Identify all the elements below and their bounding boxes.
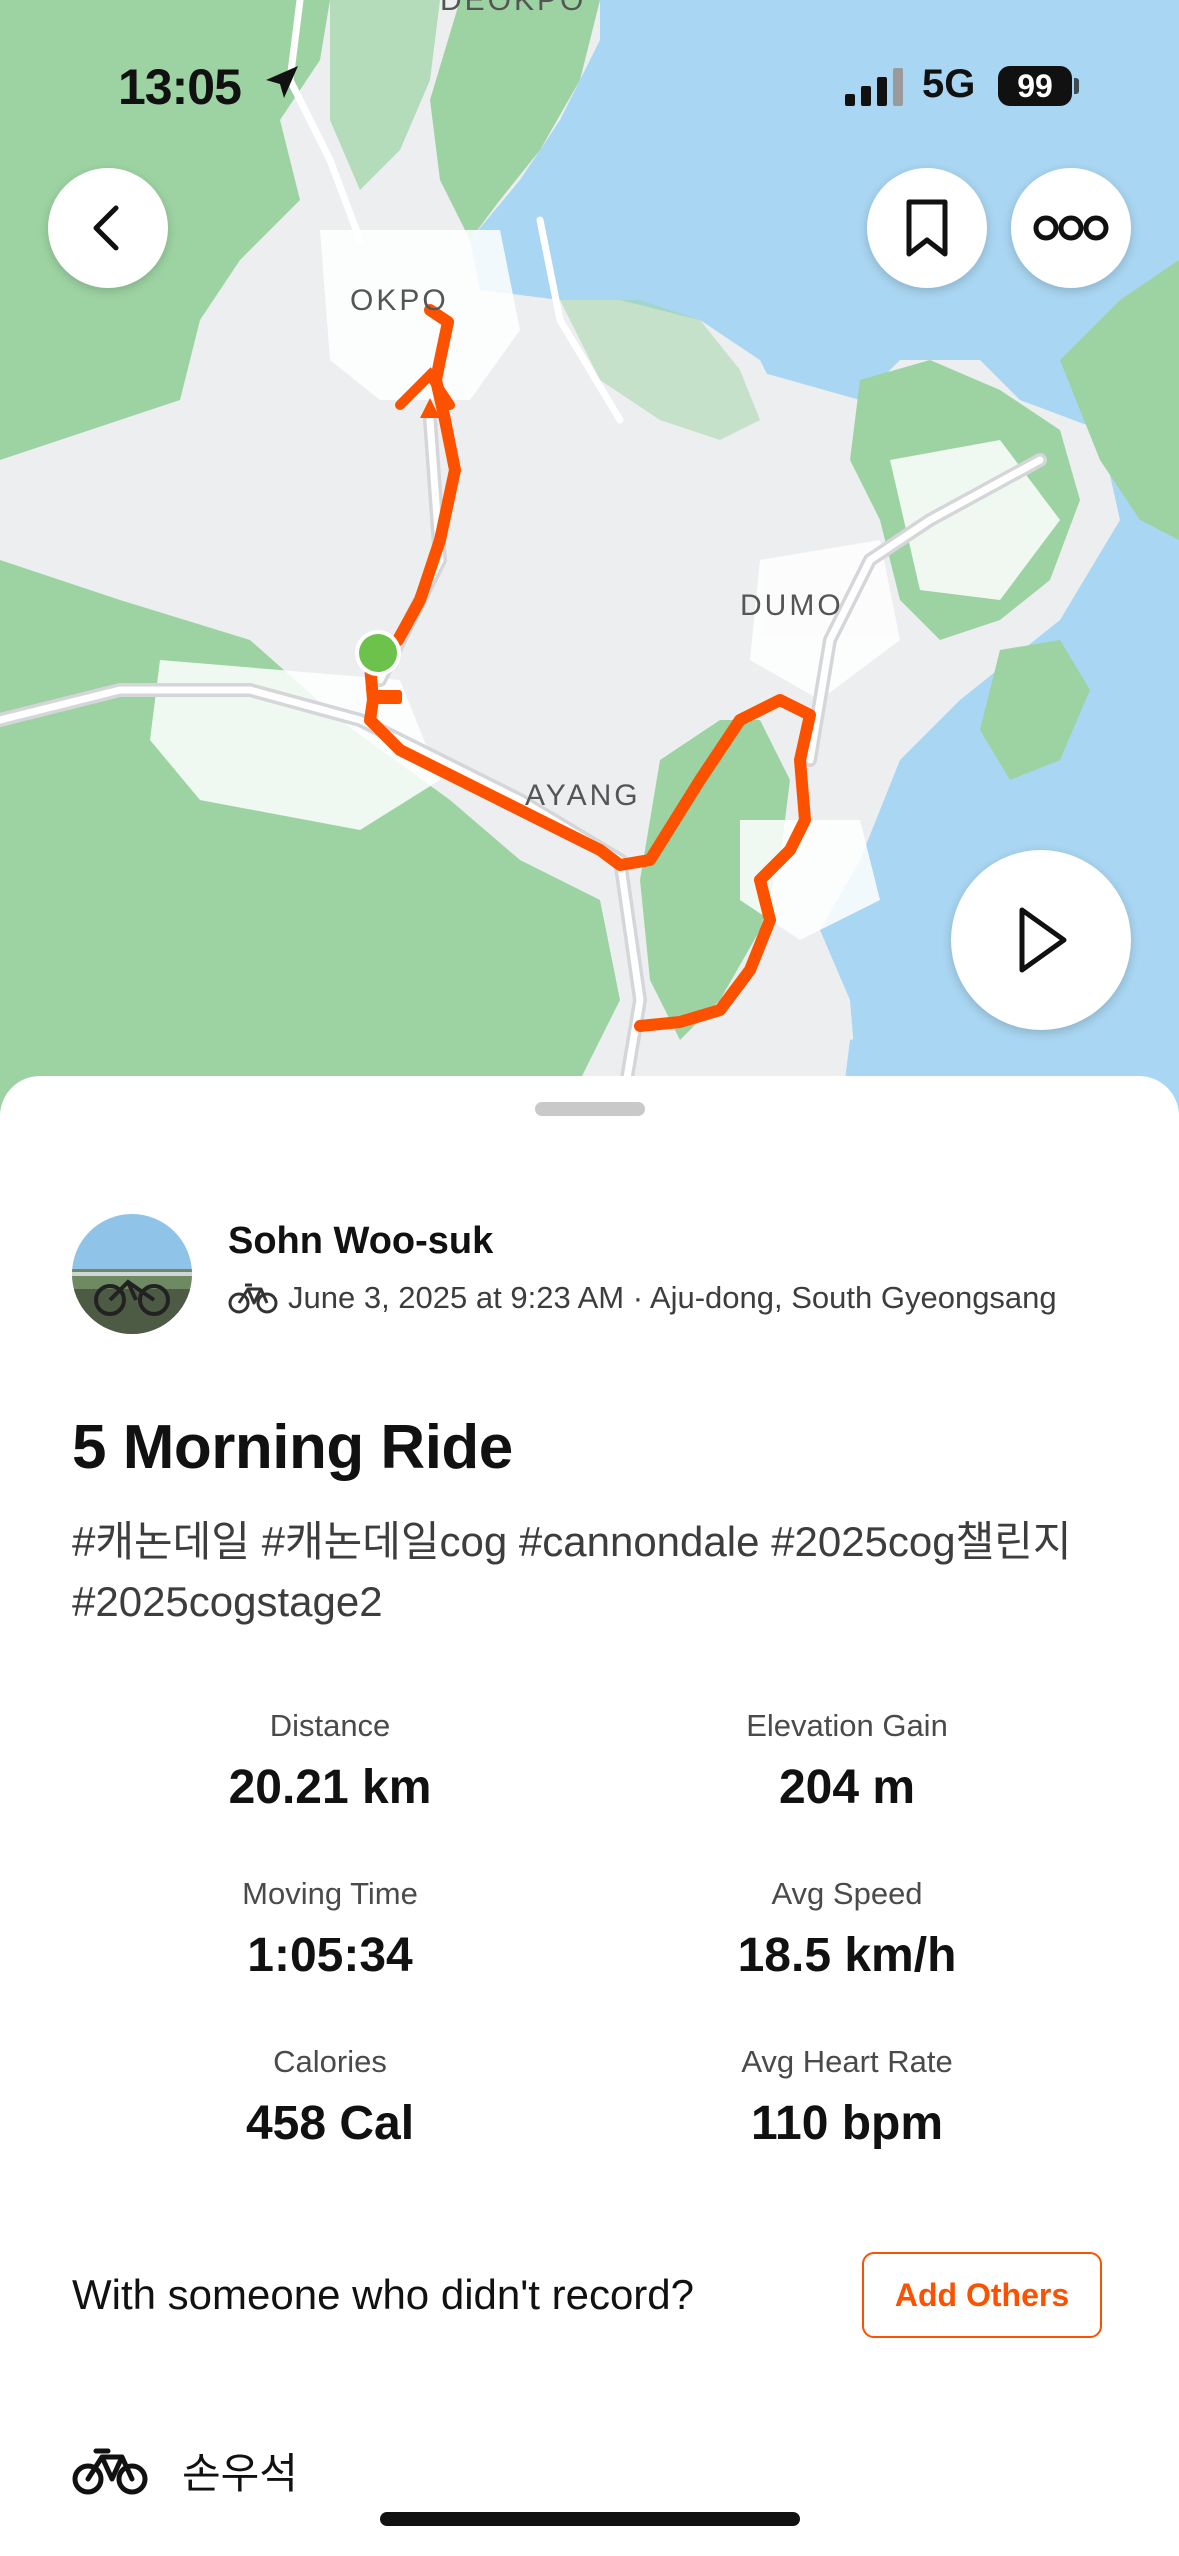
stat-moving-time: Moving Time 1:05:34	[80, 1876, 580, 1983]
activity-meta: June 3, 2025 at 9:23 AM · Aju-dong, Sout…	[228, 1280, 1057, 1316]
stat-label: Avg Speed	[771, 1876, 923, 1911]
activity-description: #캐논데일 #캐논데일cog #cannondale #2025cog챌린지 #…	[72, 1518, 1072, 1625]
stat-distance: Distance 20.21 km	[80, 1708, 580, 1815]
sheet-handle[interactable]	[535, 1102, 645, 1116]
stat-label: Calories	[273, 2044, 387, 2079]
stat-value: 110 bpm	[750, 2097, 944, 2150]
stat-elevation-gain: Elevation Gain 204 m	[597, 1708, 1097, 1815]
play-icon	[1019, 907, 1067, 973]
gear-row[interactable]: 손우석	[72, 2440, 298, 2501]
bike-icon	[228, 1283, 278, 1314]
save-button[interactable]	[867, 168, 987, 288]
stat-value: 1:05:34	[247, 1929, 413, 1982]
back-button[interactable]	[48, 168, 168, 288]
activity-date-location: June 3, 2025 at 9:23 AM · Aju-dong, Sout…	[288, 1280, 1057, 1315]
more-dots-icon	[1033, 215, 1109, 241]
map-label-dumo: DUMO	[740, 589, 844, 622]
status-bar: 13:05 5G 99	[0, 0, 1179, 150]
stat-avg-speed: Avg Speed 18.5 km/h	[597, 1876, 1097, 1983]
chevron-left-icon	[93, 205, 119, 251]
stat-value: 20.21 km	[228, 1761, 432, 1814]
avatar-photo	[72, 1214, 192, 1334]
battery-tip	[1074, 78, 1079, 94]
bookmark-icon	[906, 199, 948, 257]
activity-title: 5 Morning Ride	[72, 1413, 513, 1482]
stat-label: Distance	[269, 1708, 391, 1743]
stat-label: Avg Heart Rate	[741, 2044, 953, 2079]
more-options-button[interactable]	[1011, 168, 1131, 288]
location-arrow-icon	[266, 66, 298, 98]
stat-label: Elevation Gain	[746, 1708, 948, 1743]
bike-icon	[72, 2448, 148, 2494]
play-flyover-button[interactable]	[951, 850, 1131, 1030]
stat-value: 18.5 km/h	[737, 1929, 957, 1982]
map-label-okpo: OKPO	[350, 284, 449, 317]
athlete-name[interactable]: Sohn Woo-suk	[228, 1220, 493, 1263]
stat-label: Moving Time	[242, 1876, 418, 1911]
activity-sheet: Sohn Woo-suk June 3, 2025 at 9:23 AM · A…	[0, 1076, 1179, 2556]
add-others-button[interactable]: Add Others	[862, 2252, 1102, 2338]
network-type: 5G	[922, 62, 976, 106]
battery-indicator: 99	[998, 66, 1072, 106]
stat-calories: Calories 458 Cal	[80, 2044, 580, 2151]
stat-avg-heart-rate: Avg Heart Rate 110 bpm	[597, 2044, 1097, 2151]
stat-value: 204 m	[778, 1761, 916, 1814]
map-label-ayang: AYANG	[525, 779, 641, 812]
bike-name: 손우석	[182, 2450, 298, 2497]
with-others-prompt: With someone who didn't record?	[72, 2271, 695, 2318]
stat-value: 458 Cal	[245, 2097, 415, 2150]
signal-icon	[845, 68, 903, 106]
status-time: 13:05	[118, 59, 242, 115]
avatar[interactable]	[72, 1214, 192, 1334]
home-indicator[interactable]	[380, 2512, 800, 2526]
